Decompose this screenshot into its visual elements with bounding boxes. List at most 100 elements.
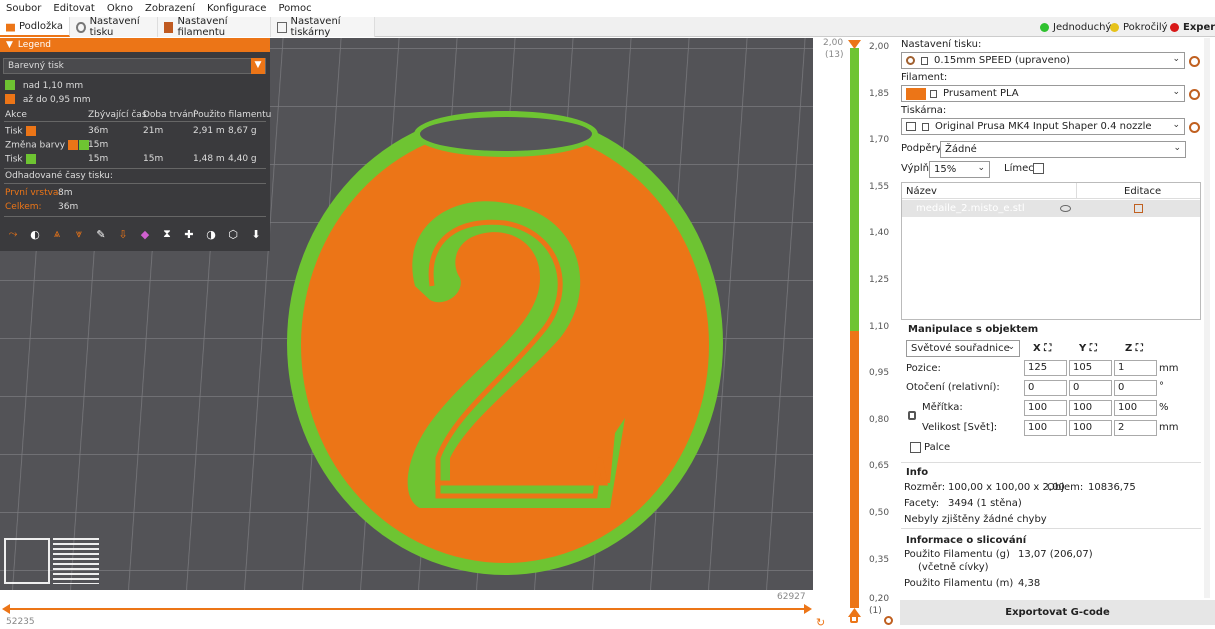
shells-icon[interactable]: ⬡	[225, 226, 241, 242]
first-layer-value: 8m	[58, 188, 73, 198]
center-of-gravity-icon[interactable]: ◑	[203, 226, 219, 242]
print-preset-select[interactable]: 0.15mm SPEED (upraveno) ⌄	[901, 52, 1185, 69]
cog-icon[interactable]	[884, 616, 893, 625]
filament-value: Prusament PLA	[943, 88, 1019, 99]
size-x-input[interactable]: 100	[1024, 420, 1067, 436]
menu-bar: Soubor Editovat Okno Zobrazení Konfigura…	[0, 0, 1215, 17]
axis-x-header: X ⛶	[1033, 343, 1051, 354]
position-z-input[interactable]: 1	[1114, 360, 1157, 376]
menu-window[interactable]: Okno	[101, 3, 139, 14]
column-name-header[interactable]: Název	[906, 186, 937, 197]
hslider-right-handle[interactable]	[804, 604, 812, 614]
hslider-right-value: 62927	[777, 592, 806, 602]
deretractions-icon[interactable]: ⩔	[71, 226, 87, 242]
slider-tick-label: 1,10	[869, 321, 890, 332]
tab-printer-settings[interactable]: Nastavení tiskárny	[271, 16, 375, 38]
pause-prints-icon[interactable]: ⧗	[159, 226, 175, 242]
mode-simple[interactable]: Jednoduchý	[1036, 17, 1115, 37]
mode-expert[interactable]: Expert	[1166, 17, 1215, 37]
supports-value: Žádné	[945, 144, 977, 155]
axis-x-label: X	[1033, 343, 1041, 354]
lock-icon	[930, 89, 937, 98]
tab-print-settings[interactable]: Nastavení tisku	[70, 16, 158, 38]
filament-gear-icon[interactable]	[1189, 89, 1200, 100]
header-action: Akce	[5, 110, 27, 120]
object-row[interactable]: medaile_2.misto_e.stl	[902, 200, 1200, 217]
position-x-input[interactable]: 125	[1024, 360, 1067, 376]
print-settings-gear-icon[interactable]	[1189, 56, 1200, 67]
tool-marker-icon[interactable]: ⬇	[248, 226, 264, 242]
size-z-input[interactable]: 2	[1114, 420, 1157, 436]
retractions-icon[interactable]: ⩓	[49, 226, 65, 242]
inches-checkbox[interactable]	[910, 442, 921, 453]
legend-header[interactable]: ▼ Legend	[0, 38, 270, 52]
export-gcode-button[interactable]: Exportovat G-code	[900, 600, 1215, 625]
slider-bottom-value: 0,20	[869, 594, 890, 604]
size-label: Velikost [Svět]:	[922, 422, 998, 433]
slider-tick-label: 0,50	[869, 508, 890, 518]
view-type-select[interactable]: Barevný tisk ▼	[3, 58, 266, 74]
filament-color-swatch	[906, 87, 926, 100]
legend-range-2: až do 0,95 mm	[5, 94, 91, 105]
hslider-left-value: 52235	[6, 617, 35, 627]
wipe-icon[interactable]: ◐	[27, 226, 43, 242]
rotation-label: Otočení (relativní):	[906, 382, 1000, 393]
drop-to-bed-icon[interactable]: ⛶	[1136, 343, 1143, 354]
3d-view-cube-icon[interactable]	[4, 538, 50, 584]
supports-select[interactable]: Žádné ⌄	[940, 141, 1186, 158]
row-action: Tisk	[5, 154, 23, 165]
custom-gcode-icon[interactable]: ✚	[181, 226, 197, 242]
drop-to-bed-icon[interactable]: ⛶	[1090, 343, 1097, 354]
filament-label: Filament:	[901, 72, 948, 83]
filament-m-label: Použito Filamentu (m)	[904, 578, 1014, 589]
filament-select[interactable]: Prusament PLA ⌄	[901, 85, 1185, 102]
menu-configuration[interactable]: Konfigurace	[201, 3, 272, 14]
row-used-g: 8,67 g	[228, 126, 257, 136]
horizontal-slider[interactable]: 62927 52235 ↻	[0, 590, 825, 629]
row-action: Tisk	[5, 126, 23, 137]
row-used-m: 1,48 m	[193, 154, 225, 164]
position-y-input[interactable]: 105	[1069, 360, 1112, 376]
yellow-dot-icon	[1110, 22, 1119, 32]
gear-icon	[76, 21, 86, 33]
scale-lock-icon[interactable]	[908, 411, 916, 420]
tab-filament-settings[interactable]: Nastavení filamentu	[158, 16, 271, 38]
rotation-x-input[interactable]: 0	[1024, 380, 1067, 396]
green-swatch	[5, 80, 15, 90]
scale-x-input[interactable]: 100	[1024, 400, 1067, 416]
layers-view-icon[interactable]	[53, 538, 99, 584]
printer-select[interactable]: Original Prusa MK4 Input Shaper 0.4 nozz…	[901, 118, 1185, 135]
infill-select[interactable]: 15% ⌄	[929, 161, 990, 178]
seams-icon[interactable]: ✎	[93, 226, 109, 242]
brim-checkbox[interactable]	[1033, 163, 1044, 174]
scale-z-input[interactable]: 100	[1114, 400, 1157, 416]
menu-view[interactable]: Zobrazení	[139, 3, 201, 14]
rotate-icon[interactable]: ↻	[816, 616, 825, 629]
travel-icon[interactable]: ⤳	[5, 226, 21, 242]
drop-to-bed-icon[interactable]: ⛶	[1044, 343, 1051, 354]
hslider-left-handle[interactable]	[2, 604, 10, 614]
printer-icon	[277, 21, 287, 33]
scrollbar[interactable]	[1204, 38, 1210, 598]
printer-label: Tiskárna:	[901, 105, 947, 116]
color-changes-icon[interactable]: ◆	[137, 226, 153, 242]
lock-icon[interactable]	[850, 615, 858, 623]
printer-gear-icon[interactable]	[1189, 122, 1200, 133]
tab-plater[interactable]: Podložka	[0, 17, 70, 37]
menu-help[interactable]: Pomoc	[272, 3, 317, 14]
column-edit-header[interactable]: Editace	[1124, 186, 1161, 197]
rotation-y-input[interactable]: 0	[1069, 380, 1112, 396]
edit-settings-icon[interactable]	[1134, 204, 1143, 213]
scale-y-input[interactable]: 100	[1069, 400, 1112, 416]
menu-edit[interactable]: Editovat	[47, 3, 100, 14]
mode-advanced[interactable]: Pokročilý	[1106, 17, 1172, 37]
tool-changes-icon[interactable]: ⇩	[115, 226, 131, 242]
rotation-z-input[interactable]: 0	[1114, 380, 1157, 396]
coordinate-system-select[interactable]: Světové souřadnice ⌄	[906, 340, 1020, 357]
collapse-arrow-icon: ▼	[6, 40, 13, 50]
size-y-input[interactable]: 100	[1069, 420, 1112, 436]
eye-icon[interactable]	[1060, 205, 1071, 212]
total-value: 36m	[58, 202, 79, 212]
layer-slider[interactable]: 2,00 (13) 2,00 1,85 1,70 1,55 1,40 1,25 1,10 0,…	[813, 38, 900, 625]
menu-file[interactable]: Soubor	[0, 3, 47, 14]
